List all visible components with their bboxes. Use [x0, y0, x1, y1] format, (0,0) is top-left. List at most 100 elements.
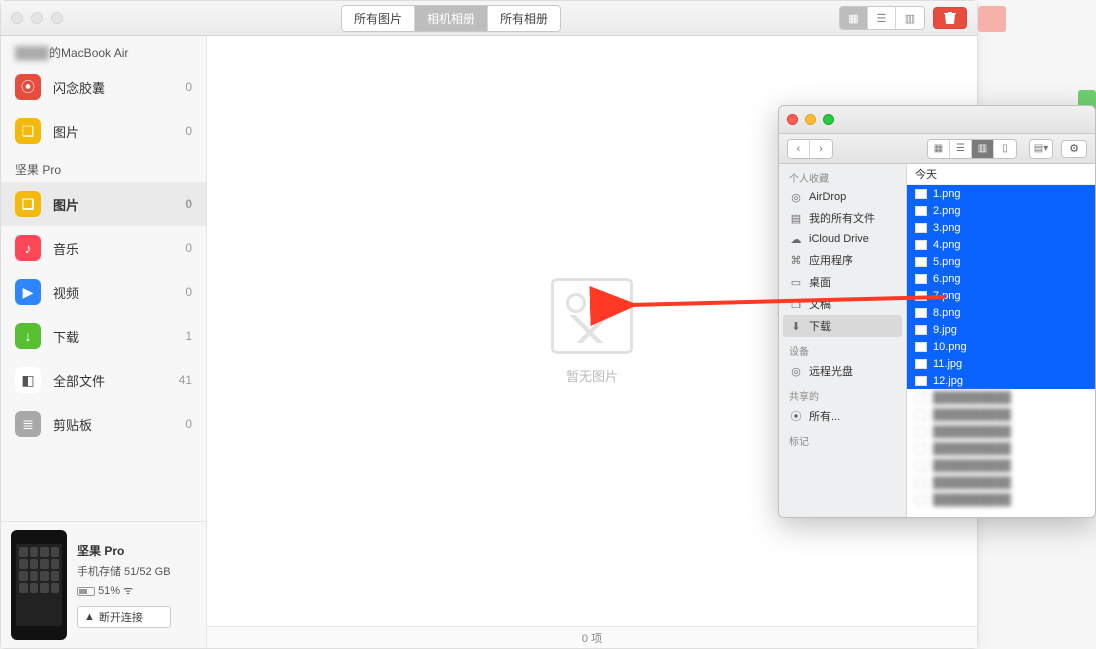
sidebar-item-count: 0 — [185, 241, 192, 255]
finder-file-row[interactable]: 10.png — [907, 338, 1095, 355]
file-icon — [915, 376, 927, 386]
sidebar-item-label: 闪念胶囊 — [53, 78, 105, 97]
file-icon — [915, 308, 927, 318]
finder-zoom-dot[interactable] — [823, 114, 834, 125]
finder-action-menu[interactable]: ⚙ — [1061, 140, 1087, 158]
finder-file-row[interactable]: 5.png — [907, 253, 1095, 270]
finder-view-list[interactable]: ☰ — [950, 140, 972, 158]
finder-file-row[interactable]: 1.png — [907, 185, 1095, 202]
finder-close-dot[interactable] — [787, 114, 798, 125]
sidebar-item-count: 0 — [185, 285, 192, 299]
finder-file-row[interactable]: 8.png — [907, 304, 1095, 321]
finder-sidebar-fav-4[interactable]: ▭桌面 — [779, 271, 906, 293]
view-detail-button[interactable]: ▥ — [896, 7, 924, 29]
disconnect-button[interactable]: ▲ 断开连接 — [77, 606, 171, 628]
finder-sidebar-icon: ⬇ — [789, 319, 803, 333]
sidebar-item-dev-0[interactable]: ❏图片0 — [1, 182, 206, 226]
finder-file-row-blurred[interactable]: ██████████ — [907, 491, 1095, 508]
finder-file-row-blurred[interactable]: ██████████ — [907, 389, 1095, 406]
finder-file-row-blurred[interactable]: ██████████ — [907, 440, 1095, 457]
file-name: 9.jpg — [933, 324, 957, 336]
sidebar-item-count: 1 — [185, 329, 192, 343]
finder-view-columns[interactable]: ▥ — [972, 140, 994, 158]
finder-file-row-blurred[interactable]: ██████████ — [907, 474, 1095, 491]
sidebar-item-dev-4[interactable]: ◧全部文件41 — [1, 358, 206, 402]
wifi-icon: ᯤ — [123, 585, 133, 597]
file-name: 11.jpg — [933, 358, 962, 370]
finder-sidebar-fav-3[interactable]: ⌘应用程序 — [779, 249, 906, 271]
finder-sidebar-fav-5[interactable]: ❐文稿 — [779, 293, 906, 315]
finder-file-row[interactable]: 9.jpg — [907, 321, 1095, 338]
view-grid-button[interactable]: ▦ — [840, 7, 868, 29]
finder-sidebar-sh-0[interactable]: ⦿所有... — [779, 405, 906, 427]
sidebar-item-mac-0[interactable]: ⦿闪念胶囊0 — [1, 65, 206, 109]
file-name-blurred: ██████████ — [933, 426, 1011, 438]
finder-file-row-blurred[interactable]: ██████████ — [907, 457, 1095, 474]
file-name: 1.png — [933, 188, 961, 200]
finder-file-row[interactable]: 6.png — [907, 270, 1095, 287]
finder-sidebar-fav-6[interactable]: ⬇ 下载 — [783, 315, 902, 337]
sidebar-item-dev-3[interactable]: ↓下载1 — [1, 314, 206, 358]
finder-view-icon[interactable]: ▦ — [928, 140, 950, 158]
sidebar-icon: ≣ — [15, 411, 41, 437]
blurred-username: ████ — [15, 46, 49, 60]
file-name: 8.png — [933, 307, 961, 319]
finder-sidebar-fav-1[interactable]: ▤我的所有文件 — [779, 207, 906, 229]
finder-sidebar-label: 应用程序 — [809, 252, 853, 268]
finder-file-row[interactable]: 4.png — [907, 236, 1095, 253]
tab-all-albums[interactable]: 所有相册 — [488, 6, 560, 31]
finder-sidebar-fav-0[interactable]: ◎AirDrop — [779, 187, 906, 207]
device-card: 坚果 Pro 手机存储 51/52 GB 51% ᯤ ▲ 断开连接 — [1, 521, 206, 648]
finder-forward-button[interactable]: › — [810, 140, 832, 158]
sidebar-item-dev-2[interactable]: ▶视频0 — [1, 270, 206, 314]
finder-arrange-button[interactable]: ▤▾ — [1030, 140, 1052, 158]
delete-button[interactable] — [933, 7, 967, 29]
empty-text: 暂无图片 — [566, 366, 618, 385]
finder-file-row-blurred[interactable]: ██████████ — [907, 423, 1095, 440]
background-pink-tab — [978, 6, 1006, 32]
sidebar-item-count: 0 — [185, 124, 192, 138]
finder-file-row[interactable]: 11.jpg — [907, 355, 1095, 372]
tab-all-photos[interactable]: 所有图片 — [342, 6, 415, 31]
finder-sidebar-dev-0[interactable]: ◎远程光盘 — [779, 360, 906, 382]
tab-camera-album[interactable]: 相机相册 — [415, 6, 488, 31]
view-list-button[interactable]: ☰ — [868, 7, 896, 29]
file-icon — [915, 240, 927, 250]
sidebar-item-label: 全部文件 — [53, 371, 105, 390]
zoom-window-dot[interactable] — [51, 12, 63, 24]
sidebar-item-dev-1[interactable]: ♪音乐0 — [1, 226, 206, 270]
finder-file-row[interactable]: 7.png — [907, 287, 1095, 304]
sidebar-item-dev-5[interactable]: ≣剪贴板0 — [1, 402, 206, 446]
sidebar-item-label: 图片 — [53, 122, 79, 141]
sidebar-item-count: 0 — [185, 80, 192, 94]
finder-sidebar-fav-2[interactable]: ☁iCloud Drive — [779, 229, 906, 249]
finder-file-row-blurred[interactable]: ██████████ — [907, 406, 1095, 423]
file-icon — [915, 410, 927, 420]
finder-sidebar-icon: ⦿ — [789, 409, 803, 423]
file-name: 7.png — [933, 290, 961, 302]
finder-sidebar-label: 我的所有文件 — [809, 210, 875, 226]
finder-file-row[interactable]: 2.png — [907, 202, 1095, 219]
file-name: 5.png — [933, 256, 961, 268]
file-icon — [915, 189, 927, 199]
sidebar-item-mac-1[interactable]: ❏图片0 — [1, 109, 206, 153]
finder-tags-head: 标记 — [779, 427, 906, 450]
device-storage: 手机存储 51/52 GB — [77, 563, 171, 579]
finder-file-row[interactable]: 3.png — [907, 219, 1095, 236]
finder-file-row[interactable]: 12.jpg — [907, 372, 1095, 389]
file-name-blurred: ██████████ — [933, 460, 1011, 472]
finder-window-controls — [787, 114, 834, 125]
sidebar-icon: ❏ — [15, 191, 41, 217]
minimize-window-dot[interactable] — [31, 12, 43, 24]
finder-sidebar-label: 下载 — [809, 318, 831, 334]
file-name: 12.jpg — [933, 375, 963, 387]
sidebar-icon: ♪ — [15, 235, 41, 261]
finder-view-gallery[interactable]: ▯ — [994, 140, 1016, 158]
finder-minimize-dot[interactable] — [805, 114, 816, 125]
file-icon — [915, 206, 927, 216]
sidebar-icon: ◧ — [15, 367, 41, 393]
finder-back-button[interactable]: ‹ — [788, 140, 810, 158]
close-window-dot[interactable] — [11, 12, 23, 24]
empty-image-icon — [551, 278, 633, 354]
sidebar-section-mac: ████的MacBook Air — [1, 36, 206, 65]
